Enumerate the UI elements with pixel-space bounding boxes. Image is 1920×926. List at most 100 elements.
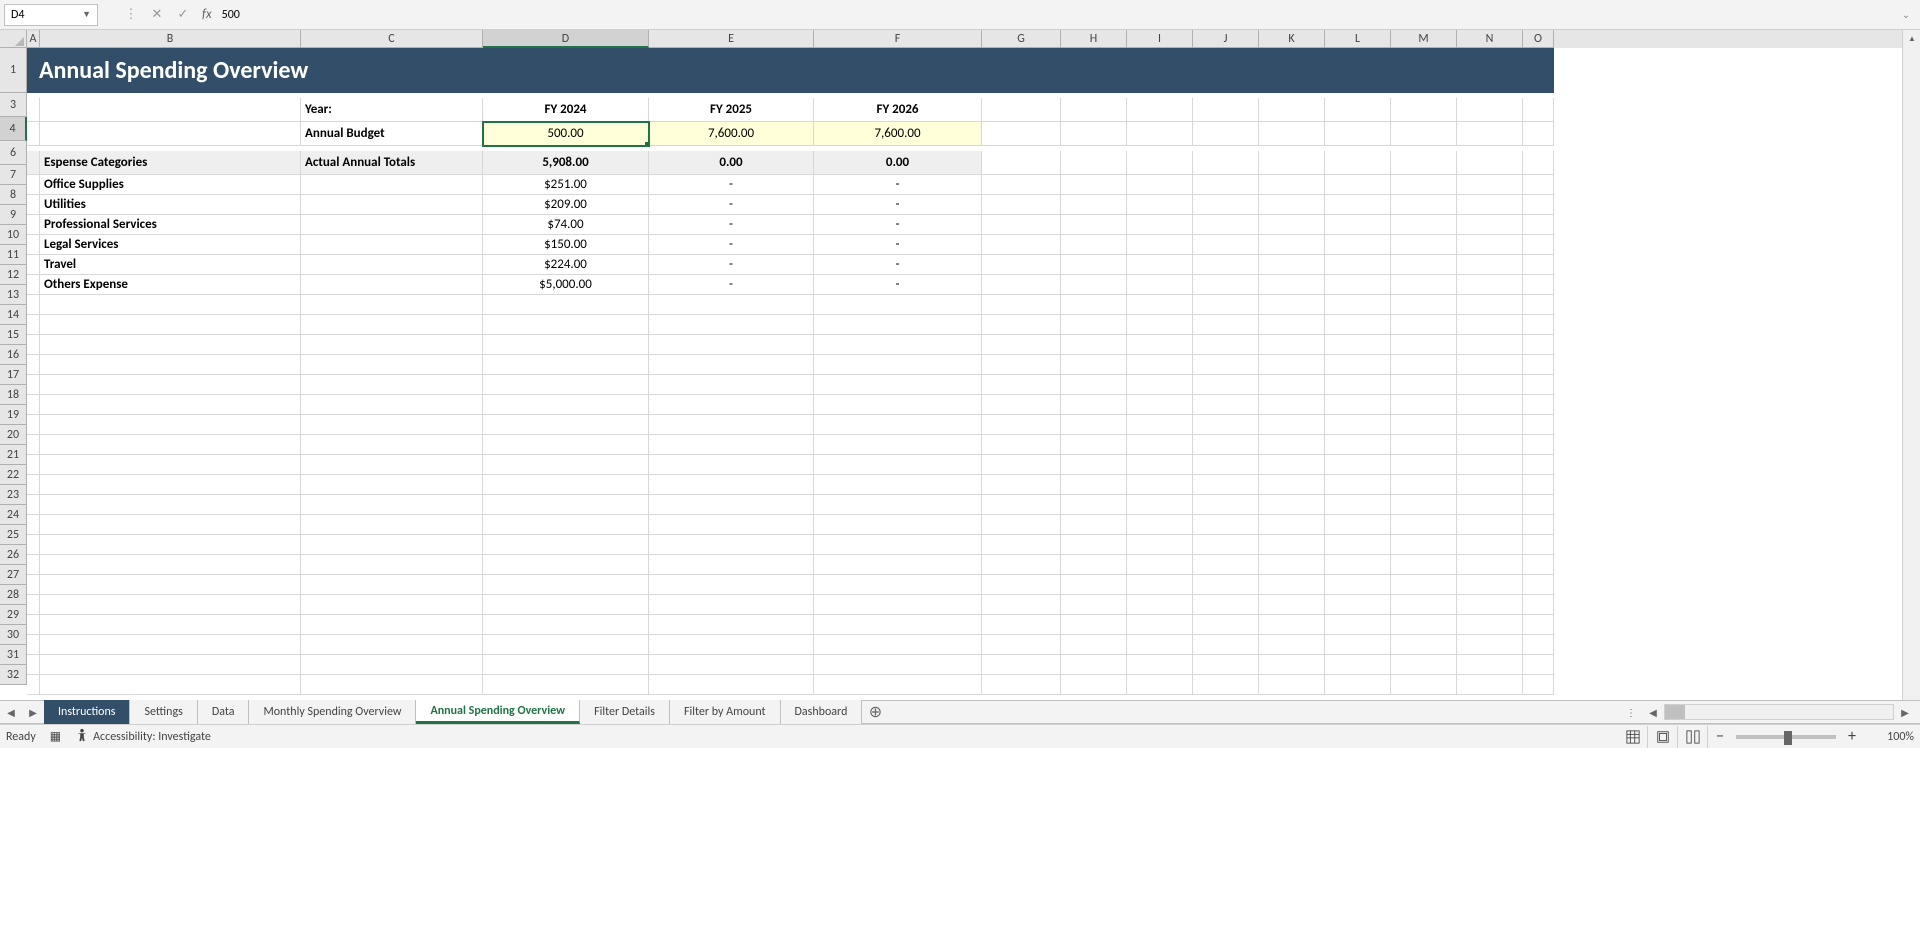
- cell[interactable]: [649, 535, 814, 555]
- cell[interactable]: [1523, 151, 1554, 175]
- cell[interactable]: [1325, 515, 1391, 535]
- cell[interactable]: [1325, 255, 1391, 275]
- row-header[interactable]: 31: [0, 645, 27, 665]
- cell[interactable]: [1061, 435, 1127, 455]
- cell[interactable]: [814, 635, 982, 655]
- more-icon[interactable]: ⋮: [118, 4, 144, 26]
- cell[interactable]: [27, 335, 40, 355]
- cell[interactable]: [27, 355, 40, 375]
- cell[interactable]: [814, 575, 982, 595]
- active-cell[interactable]: 500.00: [483, 122, 649, 146]
- category-value[interactable]: $150.00: [483, 235, 649, 255]
- cell[interactable]: [40, 475, 301, 495]
- cell[interactable]: [814, 535, 982, 555]
- view-page-break-button[interactable]: [1678, 726, 1708, 748]
- cell[interactable]: [301, 315, 483, 335]
- cell[interactable]: [1391, 255, 1457, 275]
- cell[interactable]: [1193, 195, 1259, 215]
- sheet-tab[interactable]: Filter by Amount: [670, 700, 781, 724]
- cell[interactable]: [1259, 255, 1325, 275]
- cell[interactable]: [27, 615, 40, 635]
- cell[interactable]: [1325, 575, 1391, 595]
- row-header[interactable]: 21: [0, 445, 27, 465]
- cell[interactable]: [301, 455, 483, 475]
- cell[interactable]: [1127, 175, 1193, 195]
- cell[interactable]: [1457, 635, 1523, 655]
- cell[interactable]: [1193, 235, 1259, 255]
- cell[interactable]: [1391, 275, 1457, 295]
- cell[interactable]: [1259, 455, 1325, 475]
- cell[interactable]: [40, 655, 301, 675]
- cell[interactable]: [649, 615, 814, 635]
- cell[interactable]: [1127, 255, 1193, 275]
- cell[interactable]: [1193, 275, 1259, 295]
- cell[interactable]: [40, 495, 301, 515]
- cell[interactable]: [1457, 595, 1523, 615]
- cell[interactable]: [1127, 595, 1193, 615]
- cell[interactable]: [1457, 295, 1523, 315]
- cell[interactable]: [1457, 235, 1523, 255]
- row-header[interactable]: 9: [0, 205, 27, 225]
- name-box[interactable]: D4 ▼: [4, 4, 98, 26]
- cell[interactable]: [1325, 495, 1391, 515]
- cell[interactable]: [1127, 615, 1193, 635]
- scroll-left-icon[interactable]: ◀: [1642, 701, 1664, 723]
- cell[interactable]: [40, 675, 301, 695]
- cell[interactable]: [1259, 555, 1325, 575]
- cell[interactable]: [1325, 595, 1391, 615]
- cell[interactable]: [1523, 295, 1554, 315]
- cell[interactable]: [301, 335, 483, 355]
- cell[interactable]: [982, 615, 1061, 635]
- cell[interactable]: [1457, 375, 1523, 395]
- zoom-in-button[interactable]: +: [1840, 727, 1864, 746]
- cell[interactable]: [1457, 175, 1523, 195]
- row-header[interactable]: 32: [0, 665, 27, 685]
- cell[interactable]: [1061, 335, 1127, 355]
- view-normal-button[interactable]: [1618, 726, 1648, 748]
- cell[interactable]: [1061, 215, 1127, 235]
- category-value[interactable]: -: [649, 215, 814, 235]
- cell[interactable]: [1127, 675, 1193, 695]
- cell[interactable]: [40, 595, 301, 615]
- cell[interactable]: [1523, 555, 1554, 575]
- sheet-tab[interactable]: Instructions: [44, 700, 130, 724]
- cell[interactable]: [1523, 515, 1554, 535]
- cell[interactable]: [483, 675, 649, 695]
- cell[interactable]: [483, 495, 649, 515]
- row-header[interactable]: 13: [0, 285, 27, 305]
- cell[interactable]: [982, 255, 1061, 275]
- cell[interactable]: [1325, 215, 1391, 235]
- cell[interactable]: [1127, 635, 1193, 655]
- cells-grid[interactable]: Annual Spending OverviewYear:FY 2024FY 2…: [27, 48, 1902, 695]
- cell[interactable]: [1391, 475, 1457, 495]
- row-header[interactable]: 12: [0, 265, 27, 285]
- cell[interactable]: [1457, 395, 1523, 415]
- row-header[interactable]: 24: [0, 505, 27, 525]
- expand-formula-icon[interactable]: ⌄: [1896, 8, 1916, 21]
- chevron-down-icon[interactable]: ▼: [82, 9, 91, 20]
- cell[interactable]: [1457, 535, 1523, 555]
- cell[interactable]: [1457, 435, 1523, 455]
- cell[interactable]: [1523, 415, 1554, 435]
- row-header[interactable]: 27: [0, 565, 27, 585]
- cell[interactable]: [814, 595, 982, 615]
- cell[interactable]: [483, 555, 649, 575]
- cell[interactable]: [1061, 455, 1127, 475]
- cell[interactable]: [649, 295, 814, 315]
- cell[interactable]: [1259, 495, 1325, 515]
- cell[interactable]: [1457, 575, 1523, 595]
- cell[interactable]: [982, 395, 1061, 415]
- cell[interactable]: [1127, 535, 1193, 555]
- cell[interactable]: [649, 655, 814, 675]
- cell[interactable]: [1193, 535, 1259, 555]
- row-header[interactable]: 25: [0, 525, 27, 545]
- cell[interactable]: [1391, 595, 1457, 615]
- column-header[interactable]: O: [1523, 30, 1554, 48]
- cell[interactable]: [1523, 495, 1554, 515]
- cell[interactable]: [27, 435, 40, 455]
- cell[interactable]: [1457, 195, 1523, 215]
- cell[interactable]: [982, 675, 1061, 695]
- cell[interactable]: [1259, 355, 1325, 375]
- cell[interactable]: [1061, 355, 1127, 375]
- cell[interactable]: [982, 595, 1061, 615]
